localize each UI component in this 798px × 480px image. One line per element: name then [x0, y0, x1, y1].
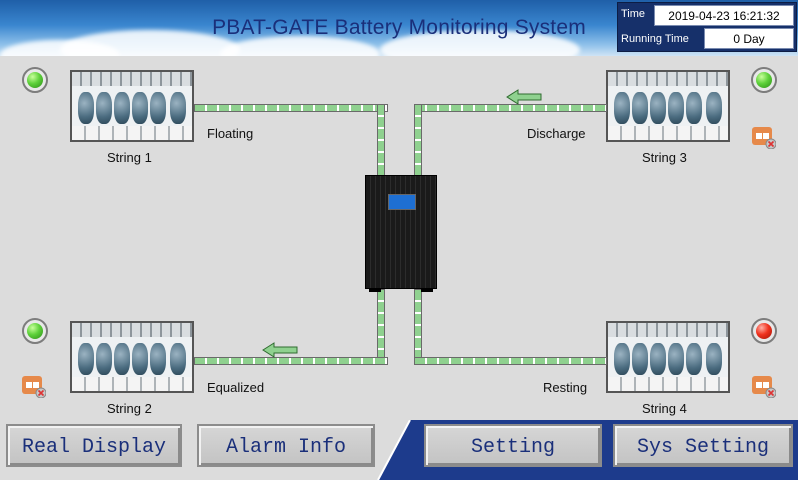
string1-status-led-icon [22, 67, 48, 93]
string1-name: String 1 [107, 150, 152, 165]
flow-pipe-string3 [414, 104, 607, 112]
alarm-info-button[interactable]: Alarm Info [197, 424, 375, 467]
disconnected-plug-icon[interactable] [752, 374, 776, 398]
running-time-label: Running Time [621, 33, 689, 45]
flow-pipe-string3-vertical [414, 104, 422, 176]
running-time-value: 0 Day [704, 28, 794, 49]
string1-battery-icon[interactable] [70, 70, 194, 142]
string4-name: String 4 [642, 401, 687, 416]
real-display-button[interactable]: Real Display [6, 424, 182, 467]
disconnected-plug-icon[interactable] [752, 125, 776, 149]
flow-pipe-string1 [194, 104, 388, 112]
flow-pipe-string2 [194, 357, 388, 365]
flow-pipe-string4-vertical [414, 289, 422, 365]
flow-arrow-icon [262, 342, 298, 358]
sys-setting-button[interactable]: Sys Setting [613, 424, 793, 467]
string3-status: Discharge [527, 126, 586, 141]
flow-pipe-string4 [414, 357, 607, 365]
string2-name: String 2 [107, 401, 152, 416]
string1-status: Floating [207, 126, 254, 141]
ups-cabinet-icon[interactable] [365, 175, 437, 292]
string3-battery-icon[interactable] [606, 70, 730, 142]
flow-pipe-string1-vertical [377, 104, 385, 176]
flow-pipe-string2-vertical [377, 289, 385, 365]
string2-status: Equalized [207, 380, 265, 395]
setting-button[interactable]: Setting [424, 424, 602, 467]
string4-status-led-icon [751, 318, 777, 344]
string4-battery-icon[interactable] [606, 321, 730, 393]
string2-battery-icon[interactable] [70, 321, 194, 393]
time-label: Time [621, 8, 646, 20]
flow-arrow-icon [506, 89, 542, 105]
disconnected-plug-icon[interactable] [22, 374, 46, 398]
string2-status-led-icon [22, 318, 48, 344]
time-panel: Time 2019-04-23 16:21:32 Running Time 0 … [617, 2, 797, 52]
string4-status: Resting [543, 380, 588, 395]
time-value: 2019-04-23 16:21:32 [654, 5, 794, 26]
string3-status-led-icon [751, 67, 777, 93]
string3-name: String 3 [642, 150, 687, 165]
